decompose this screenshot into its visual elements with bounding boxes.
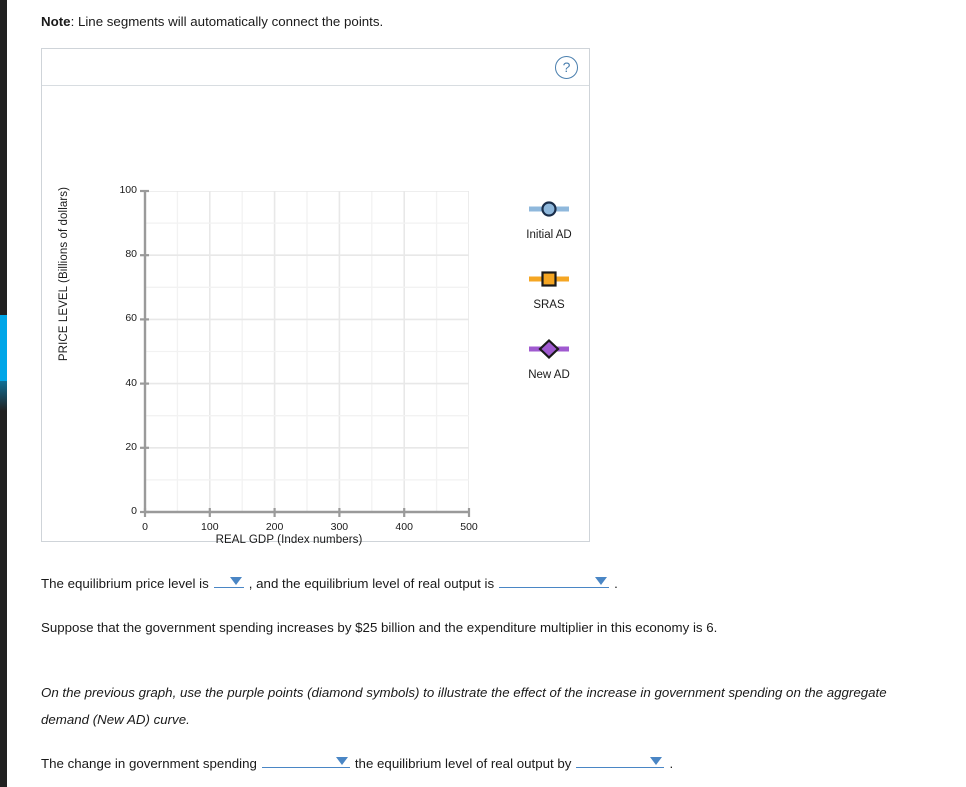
chevron-down-icon [595, 577, 608, 585]
real-output-dropdown[interactable] [499, 571, 610, 588]
x-tick-label: 500 [460, 521, 478, 533]
change-spending-part-b: the equilibrium level of real output by [354, 756, 572, 771]
chevron-down-icon [229, 577, 242, 585]
left-edge-strip-highlight [0, 315, 7, 381]
chart-legend: Initial AD SRAS New AD [489, 191, 629, 401]
x-axis-title: REAL GDP (Index numbers) [215, 534, 363, 546]
x-tick-label: 0 [142, 521, 148, 533]
y-tick-label: 40 [125, 376, 137, 389]
page-root: Note: Line segments will automatically c… [0, 0, 966, 787]
graph-panel-header: ? [42, 49, 589, 86]
legend-label: Initial AD [526, 229, 572, 241]
legend-entry: Initial AD [489, 191, 629, 261]
y-tick-label: 100 [119, 184, 137, 196]
legend-marker-diamond-icon [489, 338, 609, 360]
equilibrium-question-row: The equilibrium price level is , and the… [41, 571, 618, 591]
y-tick-label: 20 [125, 440, 137, 453]
axis-lines [140, 189, 471, 517]
help-icon[interactable]: ? [555, 56, 578, 79]
legend-marker-circle-icon [489, 199, 609, 219]
equilibrium-question-period: . [614, 576, 618, 591]
note-label: Note [41, 14, 71, 29]
x-tick-label: 400 [395, 521, 413, 533]
legend-label: SRAS [533, 299, 565, 311]
x-tick-label: 100 [201, 521, 219, 533]
change-spending-part-a: The change in government spending [41, 756, 257, 771]
spending-effect-dropdown[interactable] [261, 751, 350, 768]
left-edge-strip [0, 0, 7, 787]
plot-wrapper: PRICE LEVEL (Billions of dollars) REAL G… [42, 86, 589, 546]
paragraph-suppose: Suppose that the government spending inc… [41, 620, 718, 635]
equilibrium-question-part-a: The equilibrium price level is [41, 576, 209, 591]
paragraph-instruction: On the previous graph, use the purple po… [41, 685, 887, 727]
y-tick-label: 0 [131, 505, 137, 517]
equilibrium-question-part-b: , and the equilibrium level of real outp… [248, 576, 495, 591]
y-tick-label: 80 [125, 248, 137, 261]
note-body: : Line segments will automatically conne… [70, 14, 384, 29]
legend-label: New AD [528, 369, 570, 381]
legend-marker-square-icon [489, 269, 609, 289]
chevron-down-icon [650, 757, 663, 765]
output-change-dropdown[interactable] [576, 751, 665, 768]
y-axis-title: PRICE LEVEL (Billions of dollars) [58, 186, 70, 362]
x-tick-label: 200 [265, 521, 284, 533]
y-tick-label: 60 [125, 312, 137, 325]
price-level-dropdown[interactable] [213, 571, 244, 588]
note-text: Note: Line segments will automatically c… [41, 14, 383, 29]
legend-entry: SRAS [489, 261, 629, 331]
change-spending-period: . [669, 756, 674, 771]
left-edge-strip-fade [0, 381, 7, 411]
change-spending-question-row: The change in government spending the eq… [41, 751, 673, 771]
chevron-down-icon [335, 757, 348, 765]
x-tick-label: 300 [330, 521, 349, 533]
graph-panel: ? PRICE LEVEL (Billions of dollars) REAL… [41, 48, 590, 546]
legend-entry: New AD [489, 331, 629, 401]
